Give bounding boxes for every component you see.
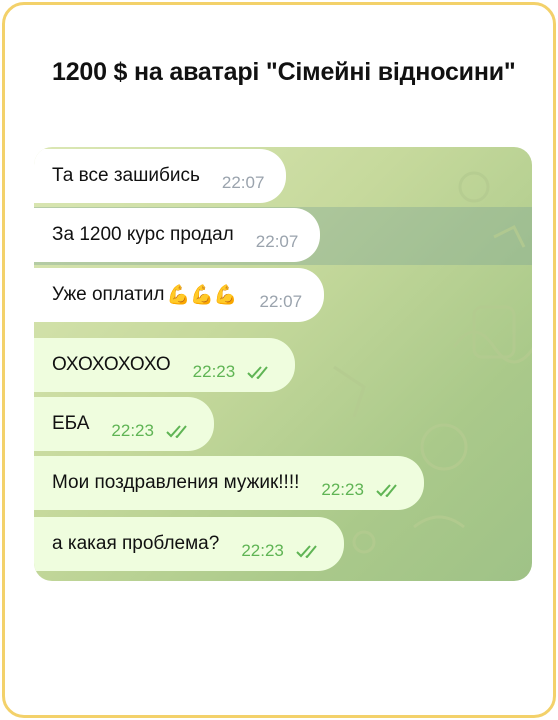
message-text: Та все зашибись bbox=[52, 165, 200, 186]
double-check-icon bbox=[376, 484, 397, 497]
message-text: За 1200 курс продал bbox=[52, 224, 234, 245]
flexed-biceps-emoji-icon: 💪💪💪 bbox=[166, 285, 238, 306]
message-time: 22:23 bbox=[192, 362, 236, 381]
post-title: 1200 $ на аватарі "Сімейні відносини" bbox=[52, 58, 516, 86]
message-text: Мои поздравления мужик!!!! bbox=[52, 472, 300, 493]
message-time: 22:23 bbox=[241, 541, 284, 560]
message-text: ЕБА bbox=[52, 413, 90, 434]
message-bubble-outgoing[interactable]: ОХОХОХОХО 22:23 bbox=[34, 338, 296, 392]
message-bubble-outgoing[interactable]: а какая проблема? 22:23 bbox=[34, 517, 344, 571]
message-text: а какая проблема? bbox=[52, 533, 220, 554]
message-bubble-incoming[interactable]: За 1200 курс продал 22:07 bbox=[34, 208, 321, 262]
message-time: 22:07 bbox=[255, 232, 299, 251]
chat-screenshot: Та все зашибись 22:07 За 1200 курс прода… bbox=[34, 147, 532, 581]
message-time: 22:07 bbox=[259, 292, 303, 311]
double-check-icon bbox=[166, 425, 187, 438]
message-text: Уже оплатил bbox=[52, 284, 165, 305]
double-check-icon bbox=[247, 366, 268, 379]
message-bubble-outgoing[interactable]: ЕБА 22:23 bbox=[34, 397, 214, 451]
message-bubble-incoming[interactable]: Уже оплатил 💪💪💪 22:07 bbox=[34, 268, 325, 322]
message-bubble-incoming[interactable]: Та все зашибись 22:07 bbox=[34, 149, 287, 203]
double-check-icon bbox=[296, 545, 317, 558]
message-time: 22:23 bbox=[321, 480, 364, 499]
post-card: 1200 $ на аватарі "Сімейні відносини" Та… bbox=[2, 2, 556, 718]
message-text: ОХОХОХОХО bbox=[52, 354, 171, 375]
message-time: 22:23 bbox=[111, 421, 154, 440]
message-bubble-outgoing[interactable]: Мои поздравления мужик!!!! 22:23 bbox=[34, 456, 424, 510]
message-time: 22:07 bbox=[221, 173, 265, 192]
